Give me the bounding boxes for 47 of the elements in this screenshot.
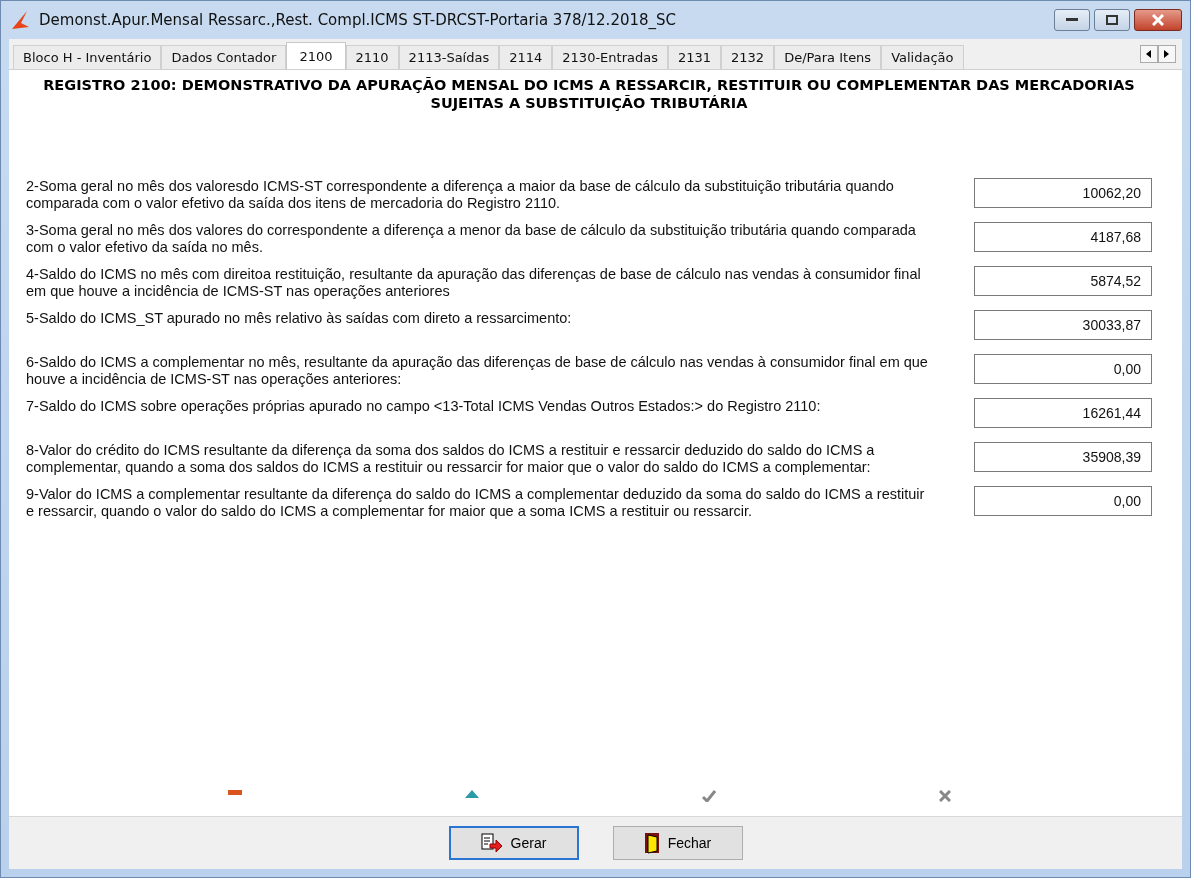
document-arrow-icon (480, 833, 503, 853)
field-label: 2-Soma geral no mês dos valoresdo ICMS-ST correspondente a diferença a maior da base de cálculo da substituição tributária quando comparada com o valor efetivo da saída dos itens de mercadoria do Registro 2110. (26, 178, 895, 212)
field-label: 6-Saldo do ICMS a complementar no mês, resultante da apuração das diferenças de base de cálculo nas vendas à consumidor final em que houve a incidência de ICMS-ST nas operações anteriores: (26, 354, 929, 388)
tab[interactable]: 2100 (286, 42, 346, 69)
window-title: Demonst.Apur.Mensal Ressarc.,Rest. Compl.ICMS ST-DRCST-Portaria 378/12.2018_SC (39, 11, 678, 29)
field-label: 7-Saldo do ICMS sobre operações próprias apurado no campo <13-Total ICMS Vendas Outros Estados:> do Registro 2110: (26, 398, 822, 415)
value-field[interactable]: 30033,87 (974, 310, 1152, 340)
value-field[interactable]: 10062,20 (974, 178, 1152, 208)
left-arrow-icon (1146, 50, 1152, 58)
tab[interactable]: 2131 (667, 45, 722, 69)
close-button[interactable] (1134, 9, 1182, 31)
scroll-left-button[interactable] (1140, 45, 1158, 63)
section-heading: REGISTRO 2100: DEMONSTRATIVO DA APURAÇÃO MENSAL DO ICMS A RESSARCIR, RESTITUIR OU COMPLEMENTAR DAS MERCADORIAS SUJEITAS A SUBSTITUIÇÃO TRIBUTÁRIA (42, 76, 1136, 112)
scroll-right-button[interactable] (1158, 45, 1176, 63)
maximize-icon (1106, 15, 1118, 25)
value-field[interactable]: 35908,39 (974, 442, 1152, 472)
value-field[interactable]: 4187,68 (974, 222, 1152, 252)
check-icon[interactable] (701, 790, 716, 802)
tab[interactable]: 2114 (499, 45, 553, 69)
value-field[interactable]: 5874,52 (974, 266, 1152, 296)
field-label: 8-Valor do crédito do ICMS resultante da diferença da soma dos saldos do ICMS a restituir e ressarcir deduzido do saldo do ICMS a complementar, quando a soma dos saldos do ICMS a restituir ou ressarcir for maior que o valor do saldo do ICMS a complementar: (26, 442, 876, 476)
field-label: 9-Valor do ICMS a complementar resultante da diferença do saldo do ICMS a complementar deduzido da soma do saldo do ICMS a restituir e ressarcir, quando o valor do saldo do ICMS a complementar for maior que a soma ICMS a restituir ou ressarcir. (26, 486, 926, 520)
close-form-button[interactable]: Fechar (612, 826, 743, 860)
tab[interactable]: 2132 (721, 45, 775, 69)
close-icon (1152, 14, 1164, 26)
tab[interactable]: De/Para Itens (774, 45, 882, 69)
triangle-up-icon[interactable] (464, 790, 479, 798)
tab[interactable]: 2110 (345, 45, 399, 69)
tab[interactable]: Validação (881, 45, 964, 69)
minimize-icon (1066, 18, 1078, 22)
right-arrow-icon (1164, 50, 1170, 58)
minimize-button[interactable] (1054, 9, 1090, 31)
field-label: 5-Saldo do ICMS_ST apurado no mês relativo às saídas com direto a ressarcimento: (26, 310, 573, 327)
generate-button[interactable]: Gerar (448, 826, 579, 860)
value-field[interactable]: 0,00 (974, 486, 1152, 516)
value-field[interactable]: 0,00 (974, 354, 1152, 384)
value-field[interactable]: 16261,44 (974, 398, 1152, 428)
maximize-button[interactable] (1094, 9, 1130, 31)
door-icon (643, 832, 660, 854)
cross-icon[interactable] (938, 790, 951, 802)
minus-icon[interactable] (227, 790, 242, 796)
tab[interactable]: 2113-Saídas (398, 45, 500, 69)
tab[interactable]: 2130-Entradas (552, 45, 668, 69)
field-label: 3-Soma geral no mês dos valores do correspondente a diferença a menor da base de cálculo da substituição tributária quando comparada com o valor efetivo da saída no mês. (26, 222, 917, 256)
field-label: 4-Saldo do ICMS no mês com direitoa restituição, resultante da apuração das diferenças de base de cálculo nas vendas à consumidor final em que houve a incidência de ICMS-ST nas operações anteriores (26, 266, 922, 300)
tab[interactable]: Dados Contador (161, 45, 287, 69)
tab[interactable]: Bloco H - Inventário (13, 45, 162, 69)
